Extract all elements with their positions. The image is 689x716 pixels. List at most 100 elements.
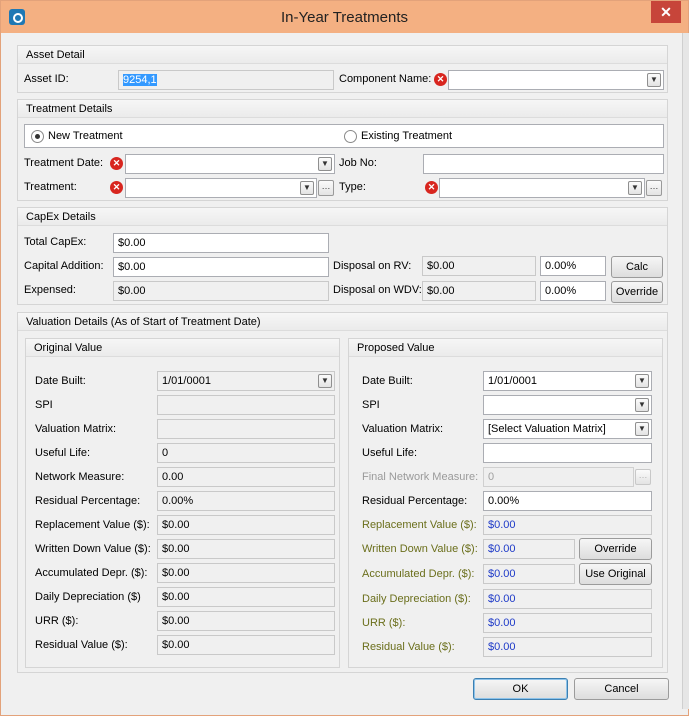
error-icon: ✕: [110, 181, 123, 194]
original-urr-field: $0.00: [157, 611, 335, 631]
window-edge: [682, 33, 689, 709]
capex-override-button[interactable]: Override: [611, 281, 663, 303]
proposed-residual-value-field: $0.00: [483, 637, 652, 657]
original-useful-life-field: 0: [157, 443, 335, 463]
total-capex-input[interactable]: $0.00: [113, 233, 329, 253]
chevron-down-icon[interactable]: ▼: [635, 374, 649, 388]
original-value-group: Original Value Date Built: 1/01/0001 ▼ S…: [25, 338, 340, 668]
treatment-browse-button[interactable]: …: [318, 180, 334, 196]
proposed-urr-field: $0.00: [483, 613, 652, 633]
daily-depreciation-label: Daily Depreciation ($): [35, 591, 141, 603]
group-header: Valuation Details (As of Start of Treatm…: [18, 313, 667, 331]
new-treatment-radio[interactable]: [31, 130, 44, 143]
residual-value-label: Residual Value ($):: [35, 639, 128, 651]
treatment-date-label: Treatment Date:: [24, 157, 104, 169]
proposed-valuation-matrix-value: [Select Valuation Matrix]: [488, 423, 606, 435]
capex-details-group: CapEx Details Total CapEx: $0.00 Capital…: [17, 207, 668, 305]
residual-value-label: Residual Value ($):: [362, 641, 455, 653]
proposed-residual-percentage-input[interactable]: 0.00%: [483, 491, 652, 511]
useful-life-label: Useful Life:: [362, 447, 418, 459]
group-header: Treatment Details: [18, 100, 667, 118]
asset-detail-group: Asset Detail Asset ID: 9254,1 Component …: [17, 45, 668, 93]
chevron-down-icon[interactable]: ▼: [647, 73, 661, 87]
ok-button[interactable]: OK: [473, 678, 568, 700]
proposed-value-group: Proposed Value Date Built: 1/01/0001 ▼ S…: [348, 338, 663, 668]
date-built-label: Date Built:: [35, 375, 86, 387]
new-treatment-label[interactable]: New Treatment: [48, 130, 123, 142]
treatment-label: Treatment:: [24, 181, 77, 193]
disposal-wdv-percent-input[interactable]: 0.00%: [540, 281, 606, 301]
chevron-down-icon[interactable]: ▼: [635, 422, 649, 436]
accumulated-depr-label: Accumulated Depr. ($):: [35, 567, 148, 579]
proposed-accumulated-depr-field: $0.00: [483, 564, 575, 584]
job-no-label: Job No:: [339, 157, 377, 169]
original-spi-field: [157, 395, 335, 415]
type-dropdown[interactable]: ▼: [439, 178, 645, 198]
original-date-built-value: 1/01/0001: [162, 375, 211, 387]
disposal-wdv-field: $0.00: [422, 281, 536, 301]
window-title: In-Year Treatments: [280, 9, 408, 26]
close-button[interactable]: ✕: [651, 1, 681, 23]
proposed-daily-depreciation-field: $0.00: [483, 589, 652, 609]
cancel-button[interactable]: Cancel: [574, 678, 669, 700]
original-residual-value-field: $0.00: [157, 635, 335, 655]
treatment-details-group: Treatment Details New Treatment Existing…: [17, 99, 668, 201]
proposed-written-down-value-field: $0.00: [483, 539, 575, 559]
written-down-value-label: Written Down Value ($):: [362, 543, 478, 555]
asset-id-field[interactable]: 9254,1: [118, 70, 334, 90]
proposed-spi-dropdown[interactable]: ▼: [483, 395, 652, 415]
total-capex-label: Total CapEx:: [24, 236, 87, 248]
error-icon: ✕: [425, 181, 438, 194]
chevron-down-icon[interactable]: ▼: [300, 181, 314, 195]
disposal-rv-percent-input[interactable]: 0.00%: [540, 256, 606, 276]
asset-id-value: 9254,1: [123, 74, 157, 86]
proposed-date-built-value: 1/01/0001: [488, 375, 537, 387]
override-button[interactable]: Override: [579, 538, 652, 560]
replacement-value-label: Replacement Value ($):: [362, 519, 477, 531]
residual-percentage-label: Residual Percentage:: [362, 495, 468, 507]
treatment-date-picker[interactable]: ▼: [125, 154, 335, 174]
type-browse-button[interactable]: …: [646, 180, 662, 196]
group-header: CapEx Details: [18, 208, 667, 226]
job-no-input[interactable]: [423, 154, 664, 174]
original-valuation-matrix-field: [157, 419, 335, 439]
use-original-button[interactable]: Use Original: [579, 563, 652, 585]
original-written-down-value-field: $0.00: [157, 539, 335, 559]
group-header: Proposed Value: [349, 339, 662, 357]
proposed-final-network-measure-field: 0: [483, 467, 634, 487]
original-daily-depreciation-field: $0.00: [157, 587, 335, 607]
proposed-valuation-matrix-dropdown[interactable]: [Select Valuation Matrix] ▼: [483, 419, 652, 439]
valuation-details-group: Valuation Details (As of Start of Treatm…: [17, 312, 668, 673]
urr-label: URR ($):: [35, 615, 79, 627]
existing-treatment-radio[interactable]: [344, 130, 357, 143]
original-accumulated-depr-field: $0.00: [157, 563, 335, 583]
capital-addition-input[interactable]: $0.00: [113, 257, 329, 277]
group-header: Asset Detail: [18, 46, 667, 64]
original-date-built-dropdown: 1/01/0001 ▼: [157, 371, 335, 391]
capital-addition-label: Capital Addition:: [24, 260, 104, 272]
treatment-dropdown[interactable]: ▼: [125, 178, 317, 198]
title-bar[interactable]: In-Year Treatments ✕: [1, 1, 688, 33]
spi-label: SPI: [362, 399, 380, 411]
replacement-value-label: Replacement Value ($):: [35, 519, 150, 531]
existing-treatment-label[interactable]: Existing Treatment: [361, 130, 452, 142]
chevron-down-icon[interactable]: ▼: [628, 181, 642, 195]
written-down-value-label: Written Down Value ($):: [35, 543, 151, 555]
error-icon: ✕: [110, 157, 123, 170]
accumulated-depr-label: Accumulated Depr. ($):: [362, 568, 475, 580]
date-built-label: Date Built:: [362, 375, 413, 387]
chevron-down-icon[interactable]: ▼: [318, 157, 332, 171]
proposed-date-built-dropdown[interactable]: 1/01/0001 ▼: [483, 371, 652, 391]
disposal-wdv-label: Disposal on WDV:: [333, 284, 422, 296]
group-header: Original Value: [26, 339, 339, 357]
treatment-type-radio-group: New Treatment Existing Treatment: [24, 124, 664, 148]
spi-label: SPI: [35, 399, 53, 411]
disposal-rv-label: Disposal on RV:: [333, 260, 412, 272]
calc-button[interactable]: Calc: [611, 256, 663, 278]
valuation-matrix-label: Valuation Matrix:: [362, 423, 444, 435]
component-name-dropdown[interactable]: ▼: [448, 70, 664, 90]
daily-depreciation-label: Daily Depreciation ($):: [362, 593, 471, 605]
chevron-down-icon[interactable]: ▼: [635, 398, 649, 412]
type-label: Type:: [339, 181, 366, 193]
proposed-useful-life-input[interactable]: [483, 443, 652, 463]
